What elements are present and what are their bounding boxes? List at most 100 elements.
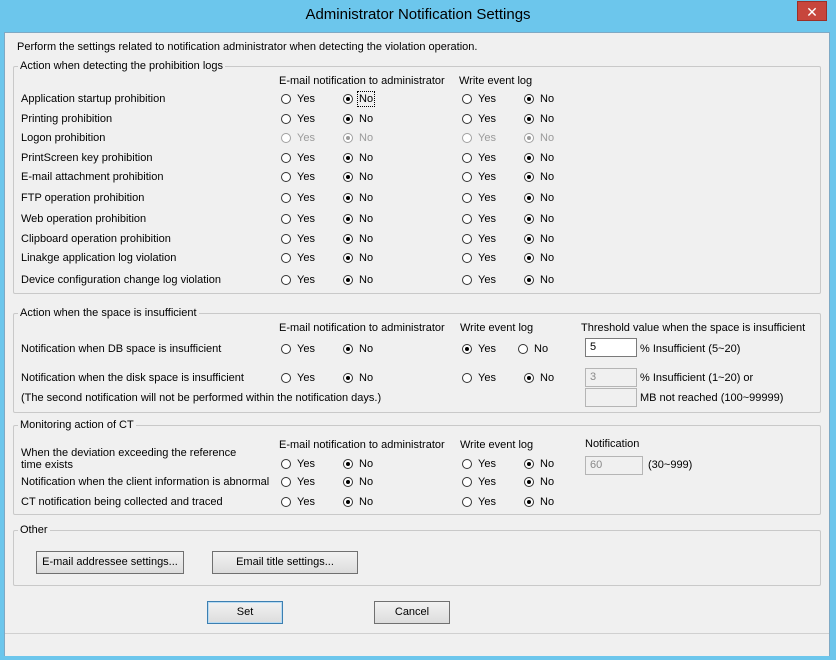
radio-indicator [462, 234, 472, 244]
radio-label: Yes [297, 458, 315, 470]
email-addressee-settings-button[interactable]: E-mail addressee settings... [36, 551, 184, 574]
radio-label: Yes [297, 476, 315, 488]
prohibition-6-event-yes-radio[interactable]: Yes [462, 213, 496, 225]
radio-indicator [524, 234, 534, 244]
radio-label: Yes [478, 93, 496, 105]
prohibition-8-event-yes-radio[interactable]: Yes [462, 252, 496, 264]
prohibition-9-event-no-radio[interactable]: No [524, 274, 554, 286]
radio-label: Yes [478, 171, 496, 183]
close-button[interactable]: ✕ [797, 1, 827, 21]
ct-notification-input[interactable]: 60 [585, 456, 643, 475]
prohibition-4-email-yes-radio[interactable]: Yes [281, 171, 315, 183]
radio-label: No [359, 274, 374, 286]
prohibition-5-email-yes-radio[interactable]: Yes [281, 192, 315, 204]
radio-label: No [540, 233, 555, 245]
db-space-event-yes-radio[interactable]: Yes [462, 343, 496, 355]
prohibition-0-event-no-radio[interactable]: No [524, 93, 554, 105]
prohibition-4-email-no-radio[interactable]: No [343, 171, 373, 183]
prohibition-5-email-no-radio[interactable]: No [343, 192, 373, 204]
ct-2-email-no-radio[interactable]: No [343, 496, 373, 508]
prohibition-1-event-yes-radio[interactable]: Yes [462, 113, 496, 125]
prohibition-0-email-no-radio[interactable]: No [343, 91, 376, 107]
radio-label: Yes [297, 113, 315, 125]
prohibition-7-event-yes-radio[interactable]: Yes [462, 233, 496, 245]
prohibition-9-email-yes-radio[interactable]: Yes [281, 274, 315, 286]
prohibition-1-event-no-radio[interactable]: No [524, 113, 554, 125]
prohibition-7-email-yes-radio[interactable]: Yes [281, 233, 315, 245]
radio-indicator [462, 133, 472, 143]
prohibition-3-email-yes-radio[interactable]: Yes [281, 152, 315, 164]
prohibition-4-event-yes-radio[interactable]: Yes [462, 171, 496, 183]
radio-label: No [540, 152, 555, 164]
space-col-email: E-mail notification to administrator [279, 322, 445, 334]
radio-label: Yes [297, 171, 315, 183]
prohibition-8-event-no-radio[interactable]: No [524, 252, 554, 264]
ct-1-event-no-radio[interactable]: No [524, 476, 554, 488]
radio-indicator [462, 153, 472, 163]
radio-indicator [462, 344, 472, 354]
disk-threshold-input[interactable]: 3 [585, 368, 637, 387]
prohibition-3-event-no-radio[interactable]: No [524, 152, 554, 164]
ct-1-email-yes-radio[interactable]: Yes [281, 476, 315, 488]
radio-label: Yes [478, 476, 496, 488]
prohibition-3-email-no-radio[interactable]: No [343, 152, 373, 164]
prohibition-0-email-yes-radio[interactable]: Yes [281, 93, 315, 105]
radio-indicator [524, 275, 534, 285]
ct-1-event-yes-radio[interactable]: Yes [462, 476, 496, 488]
prohibition-8-email-no-radio[interactable]: No [343, 252, 373, 264]
prohibition-5-event-no-radio[interactable]: No [524, 192, 554, 204]
radio-label: Yes [478, 192, 496, 204]
disk-threshold-suffix: % Insufficient (1~20) or [640, 372, 754, 384]
radio-indicator [524, 114, 534, 124]
db-space-event-no-radio[interactable]: No [518, 343, 548, 355]
prohibition-4-event-no-radio[interactable]: No [524, 171, 554, 183]
prohibition-3-event-yes-radio[interactable]: Yes [462, 152, 496, 164]
prohibition-7-event-no-radio[interactable]: No [524, 233, 554, 245]
ct-row-label-line1: When the deviation exceeding the referen… [21, 447, 237, 459]
set-button[interactable]: Set [207, 601, 283, 624]
prohibition-6-email-yes-radio[interactable]: Yes [281, 213, 315, 225]
prohibition-5-event-yes-radio[interactable]: Yes [462, 192, 496, 204]
radio-indicator [343, 497, 353, 507]
ct-2-event-yes-radio[interactable]: Yes [462, 496, 496, 508]
db-threshold-suffix: % Insufficient (5~20) [640, 343, 741, 355]
email-title-settings-button[interactable]: Email title settings... [212, 551, 358, 574]
radio-indicator [343, 275, 353, 285]
db-space-email-no-radio[interactable]: No [343, 343, 373, 355]
radio-label: No [359, 252, 374, 264]
prohibition-0-event-yes-radio[interactable]: Yes [462, 93, 496, 105]
prohibition-9-event-yes-radio[interactable]: Yes [462, 274, 496, 286]
disk-space-email-no-radio[interactable]: No [343, 372, 373, 384]
ct-0-email-yes-radio[interactable]: Yes [281, 458, 315, 470]
prohibition-9-email-no-radio[interactable]: No [343, 274, 373, 286]
cancel-button[interactable]: Cancel [374, 601, 450, 624]
ct-row-label-line1: Notification when the client information… [21, 476, 270, 488]
radio-label: No [534, 343, 549, 355]
radio-indicator [281, 344, 291, 354]
radio-indicator [281, 234, 291, 244]
space-col-threshold: Threshold value when the space is insuff… [581, 322, 806, 334]
prohibition-6-event-no-radio[interactable]: No [524, 213, 554, 225]
radio-label: No [359, 171, 374, 183]
prohibition-1-email-no-radio[interactable]: No [343, 113, 373, 125]
disk-space-email-yes-radio[interactable]: Yes [281, 372, 315, 384]
ct-0-event-no-radio[interactable]: No [524, 458, 554, 470]
ct-0-event-yes-radio[interactable]: Yes [462, 458, 496, 470]
ct-2-email-yes-radio[interactable]: Yes [281, 496, 315, 508]
prohibition-1-email-yes-radio[interactable]: Yes [281, 113, 315, 125]
ct-2-event-no-radio[interactable]: No [524, 496, 554, 508]
radio-indicator [462, 275, 472, 285]
db-space-email-yes-radio[interactable]: Yes [281, 343, 315, 355]
radio-indicator [524, 373, 534, 383]
ct-col-email: E-mail notification to administrator [279, 439, 445, 451]
prohibition-6-email-no-radio[interactable]: No [343, 213, 373, 225]
radio-label: Yes [297, 252, 315, 264]
db-threshold-input[interactable]: 5 [585, 338, 637, 357]
ct-1-email-no-radio[interactable]: No [343, 476, 373, 488]
prohibition-7-email-no-radio[interactable]: No [343, 233, 373, 245]
mb-threshold-input[interactable] [585, 388, 637, 407]
prohibition-8-email-yes-radio[interactable]: Yes [281, 252, 315, 264]
ct-0-email-no-radio[interactable]: No [343, 458, 373, 470]
disk-space-event-yes-radio[interactable]: Yes [462, 372, 496, 384]
disk-space-event-no-radio[interactable]: No [524, 372, 554, 384]
